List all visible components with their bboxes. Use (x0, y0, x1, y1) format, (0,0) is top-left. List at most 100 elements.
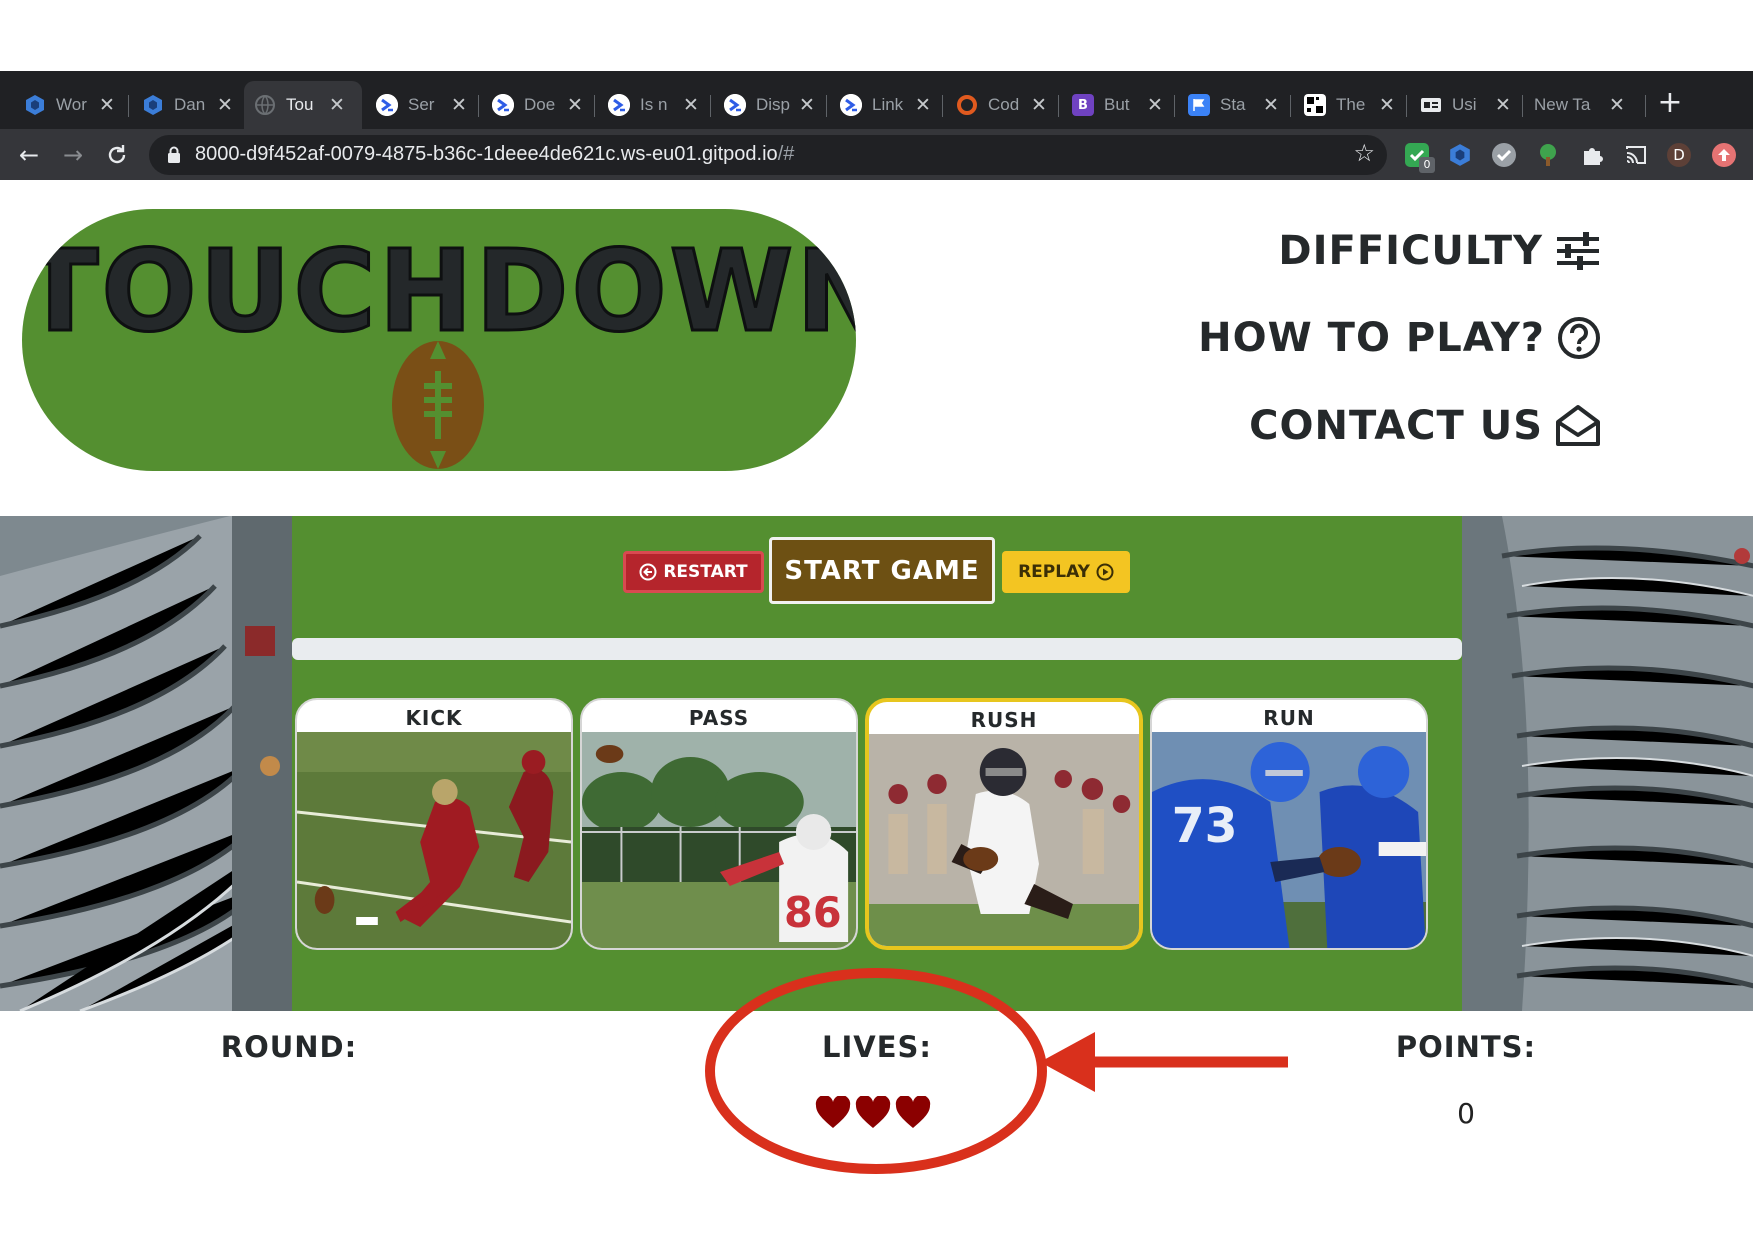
terminal-icon (376, 94, 398, 116)
flag-icon (1188, 94, 1210, 116)
back-arrow-icon[interactable]: ← (11, 137, 47, 173)
url-host: 8000-d9f452af-0079-4875-b36c-1deee4de621… (195, 143, 778, 165)
close-icon[interactable]: ✕ (914, 94, 932, 116)
close-icon[interactable]: ✕ (1262, 94, 1280, 116)
browser-tab[interactable]: New Ta ✕ (1526, 81, 1646, 129)
card-label: KICK (405, 706, 463, 730)
browser-tab[interactable]: B But ✕ (1062, 81, 1175, 129)
heart-icon (855, 1096, 891, 1128)
browser-tab-active[interactable]: Tou ✕ (244, 81, 362, 129)
card-icon (1420, 94, 1442, 116)
lives-label: LIVES: (821, 1030, 932, 1064)
browser-tab[interactable]: Sta ✕ (1178, 81, 1291, 129)
terminal-icon (840, 94, 862, 116)
terminal-icon (608, 94, 630, 116)
card-label: RUN (1263, 706, 1315, 730)
reload-icon[interactable] (99, 137, 135, 173)
close-icon[interactable]: ✕ (682, 94, 700, 116)
card-label: PASS (688, 706, 750, 730)
shield-check-icon[interactable]: 0 (1405, 143, 1435, 173)
browser-tab[interactable]: Usi ✕ (1410, 81, 1523, 129)
address-bar[interactable]: 8000-d9f452af-0079-4875-b36c-1deee4de621… (149, 135, 1387, 175)
replay-button[interactable]: REPLAY (1002, 551, 1130, 593)
tab-title: New Ta (1534, 95, 1591, 114)
browser-tab[interactable]: Ser ✕ (366, 81, 479, 129)
close-icon[interactable]: ✕ (566, 94, 584, 116)
stadium-seats-right (1462, 516, 1753, 1011)
browser-tab[interactable]: Cod ✕ (946, 81, 1059, 129)
browser-tab[interactable]: Is n ✕ (598, 81, 711, 129)
heart-icon (895, 1096, 931, 1128)
browser-tab[interactable]: Doe ✕ (482, 81, 595, 129)
close-icon[interactable]: ✕ (450, 94, 468, 116)
progress-bar (292, 638, 1462, 660)
browser-toolbar: ← → 8000-d9f452af-0079-4875-b36c-1deee4d… (0, 129, 1753, 180)
close-icon[interactable]: ✕ (216, 94, 234, 116)
football-icon (392, 341, 484, 469)
logo-banner[interactable]: TOUCHDOWN (22, 209, 856, 471)
restart-label: RESTART (663, 562, 748, 582)
play-card-pass[interactable]: PASS 86 (580, 698, 858, 950)
tab-title: Ser (408, 95, 435, 114)
close-icon[interactable]: ✕ (1378, 94, 1396, 116)
url-text: 8000-d9f452af-0079-4875-b36c-1deee4de621… (195, 143, 794, 166)
hexagon-icon (24, 94, 46, 116)
close-icon[interactable]: ✕ (1146, 94, 1164, 116)
tab-title: The (1336, 95, 1366, 114)
profile-avatar[interactable]: D (1667, 143, 1691, 167)
tab-title: Wor (56, 95, 87, 114)
browser-tab[interactable]: Link ✕ (830, 81, 943, 129)
hexagon-icon[interactable] (1448, 143, 1472, 167)
nav-difficulty[interactable]: DIFFICULTY (1278, 228, 1601, 274)
round-label: ROUND: (220, 1030, 358, 1064)
browser-tab[interactable]: The ✕ (1294, 81, 1407, 129)
hexagon-icon (142, 94, 164, 116)
nav-contact-label: CONTACT US (1249, 403, 1543, 449)
puzzle-icon[interactable] (1580, 143, 1604, 167)
browser-tab[interactable]: Disp ✕ (714, 81, 827, 129)
tab-title: Cod (988, 95, 1020, 114)
close-icon[interactable]: ✕ (1030, 94, 1048, 116)
play-circle-icon (1096, 563, 1114, 581)
browser-tab[interactable]: Dan ✕ (132, 81, 244, 129)
arrow-left-circle-icon (639, 563, 657, 581)
tab-title: Sta (1220, 95, 1246, 114)
nav-how-to-play[interactable]: HOW TO PLAY? (1198, 315, 1601, 361)
cast-icon[interactable] (1624, 143, 1648, 167)
close-icon[interactable]: ✕ (98, 94, 116, 116)
kick-photo (297, 732, 571, 948)
logo-title: TOUCHDOWN (22, 226, 856, 359)
nav-contact[interactable]: CONTACT US (1249, 403, 1601, 449)
extension-badge: 0 (1419, 157, 1435, 173)
bookmark-star-icon[interactable]: ☆ (1353, 139, 1375, 167)
check-circle-icon[interactable] (1492, 143, 1516, 167)
lock-icon (168, 146, 180, 163)
close-icon[interactable]: ✕ (328, 94, 346, 116)
lives-hearts (815, 1096, 939, 1136)
play-card-run[interactable]: RUN 73 (1150, 698, 1428, 950)
heart-icon (815, 1096, 851, 1128)
browser-tab[interactable]: Wor ✕ (14, 81, 129, 129)
update-arrow-icon[interactable] (1712, 143, 1736, 167)
run-photo: 73 (1152, 732, 1426, 948)
terminal-icon (492, 94, 514, 116)
play-card-kick[interactable]: KICK (295, 698, 573, 950)
start-game-button[interactable]: START GAME (769, 537, 995, 604)
ring-icon (956, 94, 978, 116)
new-tab-button[interactable]: + (1652, 85, 1688, 121)
annotation-arrow (1040, 1032, 1288, 1092)
close-icon[interactable]: ✕ (798, 94, 816, 116)
url-hash: /# (777, 143, 795, 165)
tree-icon[interactable] (1536, 143, 1560, 167)
tab-title: Is n (640, 95, 668, 114)
replay-label: REPLAY (1018, 562, 1090, 582)
close-icon[interactable]: ✕ (1608, 94, 1626, 116)
restart-button[interactable]: RESTART (623, 551, 764, 593)
play-card-rush[interactable]: RUSH (865, 698, 1143, 950)
stadium-seats-left (0, 516, 292, 1011)
start-game-label: START GAME (784, 555, 980, 586)
close-icon[interactable]: ✕ (1494, 94, 1512, 116)
tab-strip: Wor ✕ Dan ✕ Tou ✕ Ser ✕ Doe ✕ Is n ✕ Dis… (0, 71, 1753, 129)
card-label: RUSH (970, 708, 1038, 732)
forward-arrow-icon[interactable]: → (55, 137, 91, 173)
